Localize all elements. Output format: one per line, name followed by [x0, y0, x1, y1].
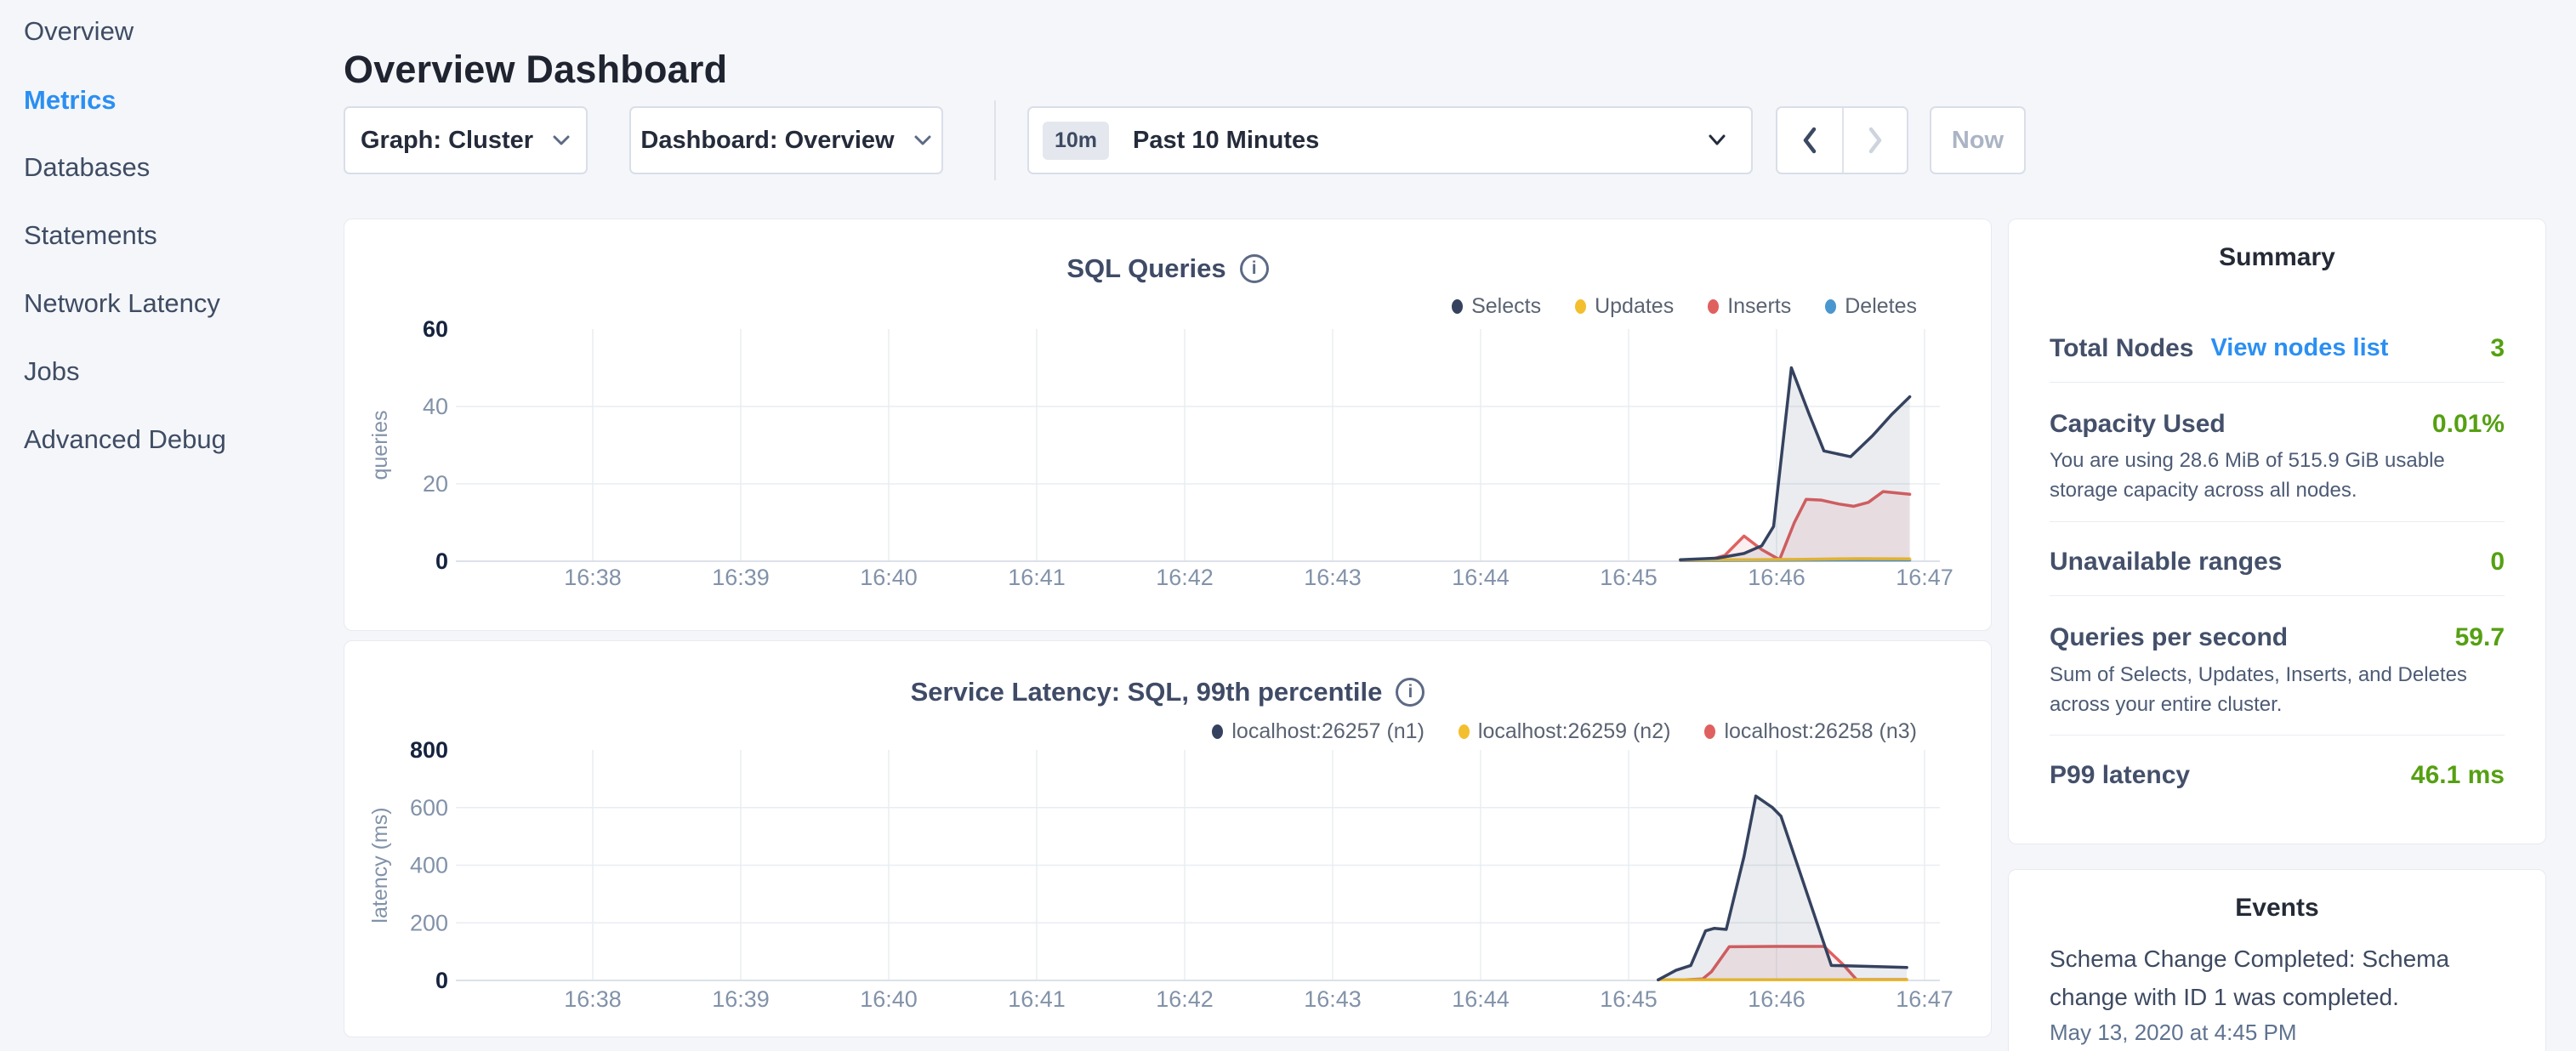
time-range-label: Past 10 Minutes [1133, 127, 1319, 155]
chevron-right-icon [1866, 126, 1885, 155]
svg-text:600: 600 [410, 795, 448, 821]
summary-row-unavailable-ranges: Unavailable ranges 0 [2050, 548, 2505, 582]
svg-text:16:46: 16:46 [1748, 986, 1805, 1012]
svg-text:16:47: 16:47 [1896, 986, 1953, 1012]
svg-text:16:45: 16:45 [1600, 986, 1658, 1012]
svg-text:16:43: 16:43 [1304, 986, 1362, 1012]
svg-text:16:44: 16:44 [1452, 565, 1510, 590]
metrics-page: Overview Metrics Databases Statements Ne… [0, 0, 2576, 1051]
sidebar-item-metrics[interactable]: Metrics [24, 83, 117, 117]
time-step-button-group [1776, 106, 1908, 174]
divider [2050, 521, 2505, 522]
chevron-down-icon [1707, 134, 1727, 147]
svg-text:16:41: 16:41 [1008, 986, 1066, 1012]
dashboard-dropdown[interactable]: Dashboard: Overview [629, 106, 943, 174]
time-range-badge: 10m [1043, 122, 1109, 160]
p99-latency-label: P99 latency [2050, 761, 2190, 790]
svg-text:16:46: 16:46 [1748, 565, 1805, 590]
svg-text:16:45: 16:45 [1600, 565, 1658, 590]
summary-panel: Summary Total Nodes View nodes list 3 Ca… [2008, 219, 2546, 844]
svg-text:16:39: 16:39 [712, 565, 770, 590]
time-step-back-button[interactable] [1777, 108, 1842, 173]
capacity-used-value: 0.01% [2432, 410, 2505, 439]
capacity-used-label: Capacity Used [2050, 410, 2226, 439]
divider [2050, 382, 2505, 383]
svg-text:16:40: 16:40 [860, 565, 918, 590]
svg-text:16:44: 16:44 [1452, 986, 1510, 1012]
svg-text:16:42: 16:42 [1156, 986, 1214, 1012]
divider [2050, 595, 2505, 596]
dashboard-dropdown-label: Dashboard: Overview [640, 127, 894, 155]
svg-text:16:41: 16:41 [1008, 565, 1066, 590]
svg-text:0: 0 [435, 968, 448, 993]
svg-text:400: 400 [410, 853, 448, 878]
total-nodes-value: 3 [2490, 334, 2505, 363]
event-item-timestamp: May 13, 2020 at 4:45 PM [2050, 1020, 2508, 1046]
svg-text:16:40: 16:40 [860, 986, 918, 1012]
event-item-text[interactable]: Schema Change Completed: Schema change w… [2050, 940, 2508, 1016]
capacity-used-subtext: You are using 28.6 MiB of 515.9 GiB usab… [2050, 446, 2508, 505]
sidebar-item-statements[interactable]: Statements [24, 219, 157, 253]
total-nodes-label: Total Nodes [2050, 334, 2193, 363]
queries-per-second-value: 59.7 [2455, 623, 2505, 652]
time-step-forward-button[interactable] [1842, 108, 1907, 173]
now-button-label: Now [1952, 127, 2004, 155]
sidebar-item-network-latency[interactable]: Network Latency [24, 287, 220, 321]
sql-queries-chart[interactable]: 16:38 16:39 16:40 16:41 16:42 16:43 16:44 16:45… [344, 219, 1993, 632]
svg-text:16:42: 16:42 [1156, 565, 1214, 590]
graph-scope-dropdown-label: Graph: Cluster [361, 127, 533, 155]
events-panel-title: Events [2009, 894, 2545, 923]
summary-row-capacity-used: Capacity Used 0.01% [2050, 410, 2505, 444]
svg-text:16:43: 16:43 [1304, 565, 1362, 590]
svg-text:20: 20 [423, 471, 448, 497]
page-title: Overview Dashboard [344, 48, 727, 92]
svg-text:queries: queries [368, 411, 392, 480]
sidebar-item-overview[interactable]: Overview [24, 14, 134, 48]
sql-queries-chart-card: SQL Queries i SelectsUpdatesInsertsDelet… [344, 219, 1992, 631]
svg-text:16:39: 16:39 [712, 986, 770, 1012]
svg-text:200: 200 [410, 910, 448, 935]
svg-text:16:38: 16:38 [564, 565, 622, 590]
summary-panel-title: Summary [2009, 243, 2545, 272]
chevron-down-icon [913, 134, 932, 147]
service-latency-chart-card: Service Latency: SQL, 99th percentile i … [344, 640, 1992, 1037]
sidebar-item-jobs[interactable]: Jobs [24, 355, 79, 389]
now-button[interactable]: Now [1930, 106, 2026, 174]
svg-text:40: 40 [423, 394, 448, 419]
chevron-down-icon [552, 134, 571, 147]
summary-row-queries-per-second: Queries per second 59.7 [2050, 623, 2505, 657]
svg-text:16:38: 16:38 [564, 986, 622, 1012]
unavailable-ranges-value: 0 [2490, 548, 2505, 577]
graph-scope-dropdown[interactable]: Graph: Cluster [344, 106, 588, 174]
queries-per-second-subtext: Sum of Selects, Updates, Inserts, and De… [2050, 660, 2508, 719]
svg-text:16:47: 16:47 [1896, 565, 1953, 590]
sidebar-item-databases[interactable]: Databases [24, 151, 150, 185]
svg-text:0: 0 [435, 548, 448, 574]
sidebar-item-advanced-debug[interactable]: Advanced Debug [24, 423, 226, 457]
svg-text:60: 60 [423, 316, 448, 342]
unavailable-ranges-label: Unavailable ranges [2050, 548, 2282, 577]
chevron-left-icon [1800, 126, 1819, 155]
view-nodes-list-link[interactable]: View nodes list [2210, 334, 2388, 362]
queries-per-second-label: Queries per second [2050, 623, 2288, 652]
svg-text:latency (ms): latency (ms) [368, 807, 392, 923]
controls-divider [994, 100, 996, 180]
service-latency-chart[interactable]: 16:38 16:39 16:40 16:41 16:42 16:43 16:44 16:45… [344, 641, 1993, 1038]
divider [2050, 735, 2505, 736]
events-panel: Events Schema Change Completed: Schema c… [2008, 869, 2546, 1051]
time-range-dropdown[interactable]: 10m Past 10 Minutes [1027, 106, 1753, 174]
summary-row-total-nodes: Total Nodes View nodes list 3 [2050, 334, 2505, 368]
summary-row-p99-latency: P99 latency 46.1 ms [2050, 761, 2505, 795]
svg-text:800: 800 [410, 737, 448, 763]
p99-latency-value: 46.1 ms [2411, 761, 2505, 790]
